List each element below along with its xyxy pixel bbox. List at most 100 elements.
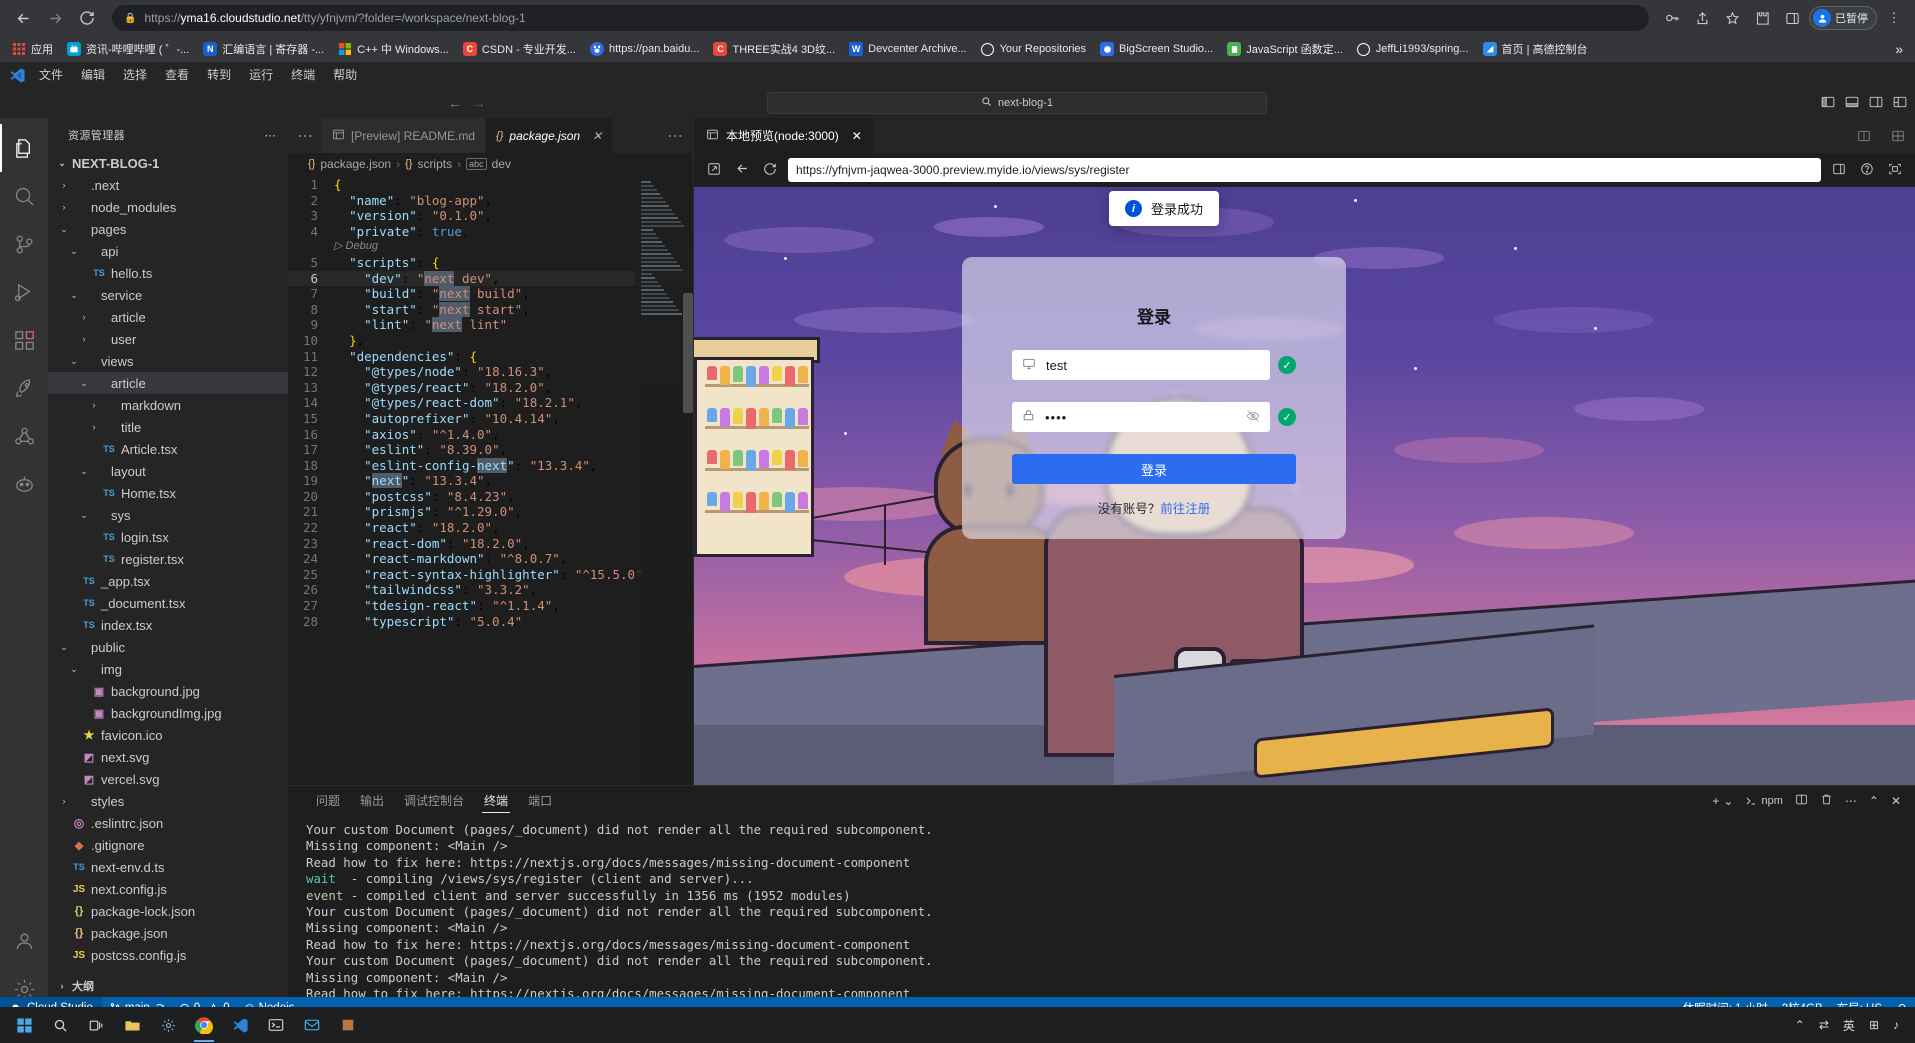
tree-file[interactable]: ▣backgroundImg.jpg xyxy=(48,702,288,724)
menu-view[interactable]: 查看 xyxy=(156,62,198,88)
close-icon[interactable]: ✕ xyxy=(592,129,602,143)
tree-folder[interactable]: ›node_modules xyxy=(48,196,288,218)
panel-tab[interactable]: 输出 xyxy=(350,786,394,816)
sidepanel-icon[interactable] xyxy=(1779,5,1805,31)
tab-readme-preview[interactable]: [Preview] README.md xyxy=(322,118,486,153)
minimap[interactable] xyxy=(635,175,693,785)
tab-local-preview[interactable]: 本地预览(node:3000) ✕ xyxy=(694,118,874,153)
menu-help[interactable]: 帮助 xyxy=(324,62,366,88)
tray-icon[interactable]: ⊞ xyxy=(1869,1018,1879,1032)
terminal-output[interactable]: Your custom Document (pages/_document) d… xyxy=(288,816,1915,1019)
share-icon[interactable] xyxy=(1689,5,1715,31)
panel-tab[interactable]: 调试控制台 xyxy=(394,786,474,816)
preview-reload-icon[interactable] xyxy=(760,162,780,179)
puzzle-extensions-icon[interactable] xyxy=(1749,5,1775,31)
taskbar-item-settings[interactable] xyxy=(150,1010,186,1040)
toggle-secondary-sidebar-icon[interactable] xyxy=(1869,95,1883,112)
help-icon[interactable] xyxy=(1857,162,1877,179)
code-line[interactable]: 2 "name": "blog-app", xyxy=(288,193,693,209)
tray-icon[interactable]: ⌃ xyxy=(1795,1018,1805,1032)
tree-file[interactable]: TSnext-env.d.ts xyxy=(48,856,288,878)
menu-edit[interactable]: 编辑 xyxy=(72,62,114,88)
username-input[interactable]: test xyxy=(1012,350,1270,380)
close-panel-icon[interactable]: ✕ xyxy=(1891,794,1901,808)
explorer-more-icon[interactable]: ⋯ xyxy=(265,129,276,142)
bookmark-item[interactable]: N汇编语言 | 寄存器 -... xyxy=(197,39,330,59)
taskbar-item-media[interactable] xyxy=(330,1010,366,1040)
bookmark-item[interactable]: C++ 中 Windows... xyxy=(332,39,455,59)
panel-tab[interactable]: 终端 xyxy=(474,786,518,816)
preview-url-input[interactable]: https://yfnjvm-jaqwea-3000.preview.myide… xyxy=(788,158,1821,182)
bookmark-star-icon[interactable] xyxy=(1719,5,1745,31)
code-line[interactable]: 3 "version": "0.1.0", xyxy=(288,208,693,224)
taskbar-item-mail[interactable] xyxy=(294,1010,330,1040)
tree-folder[interactable]: ⌄article xyxy=(48,372,288,394)
activity-item-account[interactable] xyxy=(0,917,48,965)
tree-file[interactable]: ◆.gitignore xyxy=(48,834,288,856)
tray-icon[interactable]: ♪ xyxy=(1893,1018,1899,1032)
register-link[interactable]: 前往注册 xyxy=(1160,502,1210,516)
panel-more-icon[interactable]: ⋯ xyxy=(1845,794,1857,808)
bookmark-item[interactable]: JeffLi1993/spring... xyxy=(1351,40,1475,58)
tree-folder[interactable]: ›markdown xyxy=(48,394,288,416)
panel-tab[interactable]: 问题 xyxy=(306,786,350,816)
bookmark-item[interactable]: BigScreen Studio... xyxy=(1094,40,1219,58)
code-line[interactable]: 18 "eslint-config-next": "13.3.4", xyxy=(288,458,693,474)
tree-folder[interactable]: ⌄api xyxy=(48,240,288,262)
close-icon[interactable]: ✕ xyxy=(852,129,862,143)
menu-run[interactable]: 运行 xyxy=(240,62,282,88)
preview-back-icon[interactable] xyxy=(732,161,752,179)
code-line[interactable]: 16 "axios": "^1.4.0", xyxy=(288,427,693,443)
tree-file[interactable]: ▣background.jpg xyxy=(48,680,288,702)
tree-folder[interactable]: ›title xyxy=(48,416,288,438)
tree-folder[interactable]: ›.next xyxy=(48,174,288,196)
command-center[interactable]: next-blog-1 xyxy=(767,92,1267,114)
breadcrumb-item-dev[interactable]: dev xyxy=(492,157,511,171)
taskbar-item-search[interactable] xyxy=(42,1010,78,1040)
activity-item-run-debug[interactable] xyxy=(0,268,48,316)
tree-file[interactable]: {}package-lock.json xyxy=(48,900,288,922)
key-icon[interactable] xyxy=(1659,5,1685,31)
bookmark-item[interactable]: WDevcenter Archive... xyxy=(843,40,972,58)
trash-icon[interactable] xyxy=(1820,793,1833,809)
taskbar-item-vscode[interactable] xyxy=(222,1010,258,1040)
code-line[interactable]: 11 "dependencies": { xyxy=(288,349,693,365)
activity-item-extensions[interactable] xyxy=(0,316,48,364)
activity-item-source-control[interactable] xyxy=(0,220,48,268)
activity-item-deploy[interactable] xyxy=(0,364,48,412)
tree-file[interactable]: TS_document.tsx xyxy=(48,592,288,614)
code-line[interactable]: 27 "tdesign-react": "^1.1.4", xyxy=(288,598,693,614)
activity-item-ai-assistant[interactable] xyxy=(0,460,48,508)
bookmark-item[interactable]: https://pan.baidu... xyxy=(584,40,706,58)
address-bar[interactable]: 🔒https://yma16.cloudstudio.net/tty/yfnjv… xyxy=(112,5,1649,31)
explorer-section-outline[interactable]: › 大纲 xyxy=(48,975,288,997)
menu-selection[interactable]: 选择 xyxy=(114,62,156,88)
tree-file[interactable]: TShello.ts xyxy=(48,262,288,284)
tray-icon[interactable]: ⇄ xyxy=(1819,1018,1829,1032)
maximize-panel-icon[interactable]: ⌃ xyxy=(1869,794,1879,808)
bookmark-item[interactable]: JavaScript 函数定... xyxy=(1221,39,1349,59)
bookmarks-overflow-button[interactable]: » xyxy=(1889,41,1909,57)
code-line[interactable]: 22 "react": "18.2.0", xyxy=(288,520,693,536)
tree-folder[interactable]: ›user xyxy=(48,328,288,350)
breadcrumb-item-file[interactable]: package.json xyxy=(320,157,391,171)
browser-menu-icon[interactable]: ⋮ xyxy=(1881,5,1907,31)
new-terminal-icon[interactable]: + xyxy=(1712,794,1719,808)
bookmark-item[interactable]: 应用 xyxy=(6,39,59,59)
taskbar-item-explorer[interactable] xyxy=(114,1010,150,1040)
tree-folder[interactable]: ›styles xyxy=(48,790,288,812)
tree-file[interactable]: TSregister.tsx xyxy=(48,548,288,570)
customize-layout-icon[interactable] xyxy=(1893,95,1907,112)
code-line[interactable]: 5 "scripts": { xyxy=(288,255,693,271)
code-line[interactable]: 19 "next": "13.3.4", xyxy=(288,473,693,489)
code-line[interactable]: 28 "typescript": "5.0.4" xyxy=(288,614,693,630)
breadcrumb-item-scripts[interactable]: scripts xyxy=(417,157,452,171)
split-terminal-icon[interactable] xyxy=(1795,793,1808,809)
taskbar-item-task-view[interactable] xyxy=(78,1010,114,1040)
code-line[interactable]: 17 "eslint": "8.39.0", xyxy=(288,442,693,458)
tree-folder[interactable]: ⌄views xyxy=(48,350,288,372)
code-line[interactable]: 9 "lint": "next lint" xyxy=(288,317,693,333)
login-submit-button[interactable]: 登录 xyxy=(1012,454,1296,484)
taskbar-item-chrome[interactable] xyxy=(186,1010,222,1040)
tree-file[interactable]: ◩vercel.svg xyxy=(48,768,288,790)
